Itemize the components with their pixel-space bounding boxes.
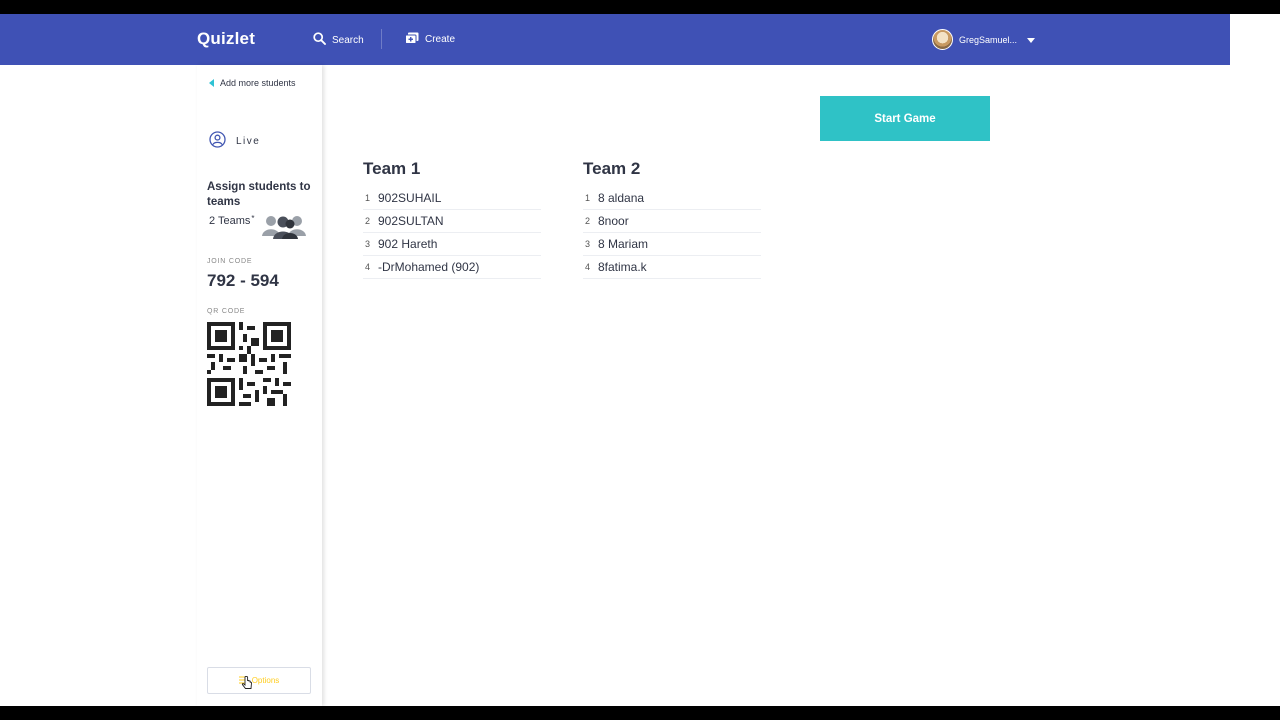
player-name: 8 Mariam: [598, 237, 649, 251]
add-more-students-label: Add more students: [220, 78, 296, 88]
player-name: 902SUHAIL: [378, 191, 442, 205]
user-circle-icon: [209, 131, 226, 151]
player-number: 4: [365, 262, 371, 272]
sidebar: Add more students Live Assign students t…: [197, 65, 322, 706]
player-name: 902SULTAN: [378, 214, 444, 228]
teams-marker: *: [251, 213, 255, 223]
search-icon: [313, 32, 326, 48]
player-number: 1: [365, 193, 371, 203]
create-nav-item[interactable]: Create: [405, 32, 455, 47]
live-status: Live: [209, 131, 260, 151]
create-label: Create: [425, 34, 456, 45]
team-name: Team 2: [583, 159, 641, 178]
player-name: -DrMohamed (902): [378, 260, 480, 274]
player-name: 8fatima.k: [598, 260, 647, 274]
qr-code-image: [207, 322, 291, 411]
player-row[interactable]: 4 -DrMohamed (902): [363, 256, 541, 279]
team-name: Team 1: [363, 159, 421, 178]
quizlet-logo[interactable]: Quizlet: [197, 29, 255, 49]
top-navigation-bar: Quizlet Search Create GregSamuel...: [0, 14, 1230, 65]
player-row[interactable]: 2 902SULTAN: [363, 210, 541, 233]
qr-code-label: QR CODE: [207, 308, 246, 315]
teams-count: 2 Teams: [209, 215, 251, 227]
player-number: 2: [585, 216, 591, 226]
page: Quizlet Search Create GregSamuel... Add: [0, 14, 1230, 706]
player-row[interactable]: 4 8fatima.k: [583, 256, 761, 279]
username: GregSamuel...: [959, 34, 1018, 45]
people-group-icon: [259, 214, 311, 245]
player-row[interactable]: 3 8 Mariam: [583, 233, 761, 256]
player-number: 3: [365, 239, 371, 249]
assign-teams-heading: Assign students to teams: [207, 181, 311, 208]
player-name: 8 aldana: [598, 191, 645, 205]
avatar: [932, 29, 953, 50]
player-row[interactable]: 3 902 Hareth: [363, 233, 541, 256]
player-row[interactable]: 1 902SUHAIL: [363, 187, 541, 210]
options-label: Options: [251, 676, 280, 685]
create-set-icon: [405, 32, 419, 47]
search-label: Search: [332, 34, 364, 46]
user-menu[interactable]: GregSamuel...: [932, 29, 1036, 50]
player-number: 1: [585, 193, 591, 203]
search-nav-item[interactable]: Search: [313, 32, 364, 48]
player-row[interactable]: 2 8noor: [583, 210, 761, 233]
player-name: 8noor: [598, 214, 629, 228]
nav-divider: [381, 29, 382, 49]
live-label: Live: [236, 135, 261, 147]
team-column: Team 2 1 8 aldana 2 8noor 3 8 Mariam 4 8…: [583, 159, 761, 279]
team-column: Team 1 1 902SUHAIL 2 902SULTAN 3 902 Har…: [363, 159, 541, 279]
add-more-students-link[interactable]: Add more students: [209, 78, 296, 88]
join-code-label: JOIN CODE: [207, 258, 253, 265]
caret-left-icon: [209, 79, 214, 87]
player-row[interactable]: 1 8 aldana: [583, 187, 761, 210]
start-game-button[interactable]: Start Game: [820, 96, 990, 141]
player-number: 3: [585, 239, 591, 249]
options-button[interactable]: Options: [207, 667, 311, 694]
mouse-pointer-icon: [241, 675, 253, 695]
window-edge: [1230, 14, 1280, 706]
player-number: 2: [365, 216, 371, 226]
teams-count-selector[interactable]: 2 Teams *: [209, 213, 255, 228]
join-code: 792 - 594: [207, 271, 279, 290]
player-name: 902 Hareth: [378, 237, 438, 251]
player-number: 4: [585, 262, 591, 272]
caret-down-icon: [1027, 35, 1036, 45]
